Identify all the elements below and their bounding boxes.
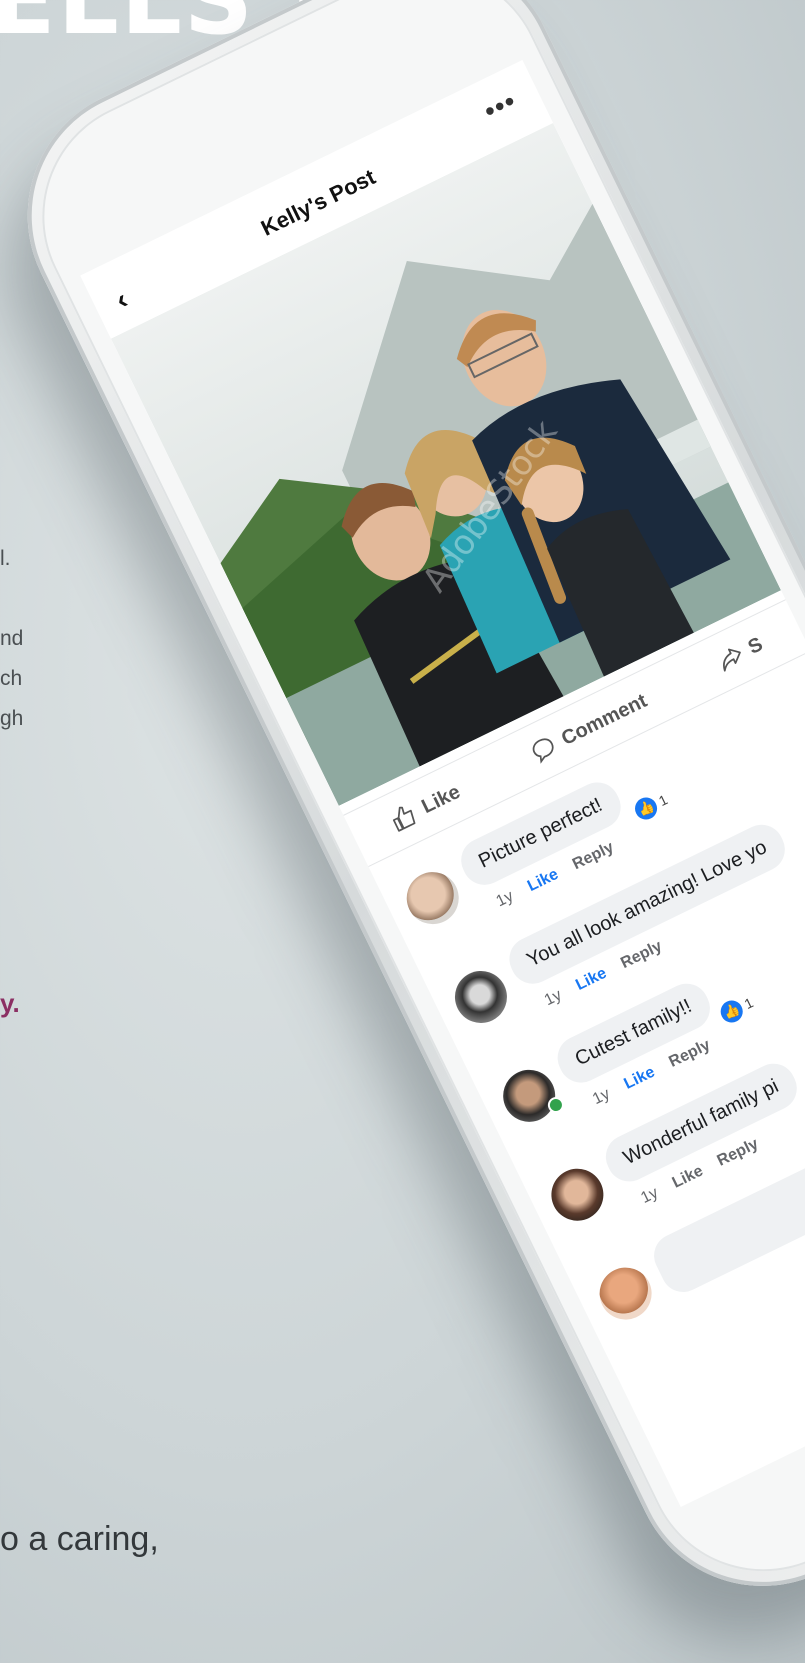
- comment-like-button[interactable]: Like: [670, 1162, 707, 1192]
- avatar[interactable]: [397, 863, 468, 933]
- share-button[interactable]: S: [713, 631, 767, 675]
- side-text-line-1: l.: [0, 547, 11, 570]
- comment-reply-button[interactable]: Reply: [618, 938, 665, 973]
- thumbs-up-icon: [392, 806, 416, 832]
- like-button-label: Like: [418, 780, 464, 818]
- reaction-count[interactable]: 👍 1: [714, 990, 758, 1029]
- comment-reply-button[interactable]: Reply: [715, 1135, 762, 1170]
- bottom-text: o a caring,: [0, 1520, 159, 1558]
- comment-reply-button[interactable]: Reply: [570, 839, 617, 874]
- like-button[interactable]: Like: [387, 779, 465, 835]
- comment-time: 1y: [541, 986, 565, 1010]
- comment-reply-button[interactable]: Reply: [666, 1037, 713, 1072]
- comment-like-button[interactable]: Like: [525, 866, 562, 896]
- comment-like-button[interactable]: Like: [621, 1064, 658, 1094]
- side-text-line-3: ch: [0, 667, 23, 690]
- phone-screen: ‹ Kelly's Post ••• AdobeStock Like Comme…: [80, 59, 805, 1507]
- share-arrow-icon: [722, 648, 741, 672]
- comment-time: 1y: [590, 1085, 613, 1109]
- reaction-count[interactable]: 👍 1: [628, 787, 673, 826]
- side-text-line-4: gh: [0, 707, 24, 730]
- avatar[interactable]: [446, 962, 516, 1032]
- avatar[interactable]: [542, 1159, 613, 1230]
- avatar[interactable]: [590, 1258, 661, 1329]
- share-button-label: S: [744, 632, 767, 659]
- phone-device: ‹ Kelly's Post ••• AdobeStock Like Comme…: [0, 0, 805, 1630]
- avatar[interactable]: [494, 1061, 564, 1131]
- comment-like-button[interactable]: Like: [573, 965, 610, 995]
- comment-bubble-icon: [532, 738, 554, 764]
- comment-button-label: Comment: [557, 689, 651, 750]
- comment-time: 1y: [493, 887, 517, 911]
- side-accent-text: y.: [0, 988, 20, 1018]
- side-text-line-2: nd: [0, 627, 24, 650]
- comment-time: 1y: [638, 1184, 661, 1208]
